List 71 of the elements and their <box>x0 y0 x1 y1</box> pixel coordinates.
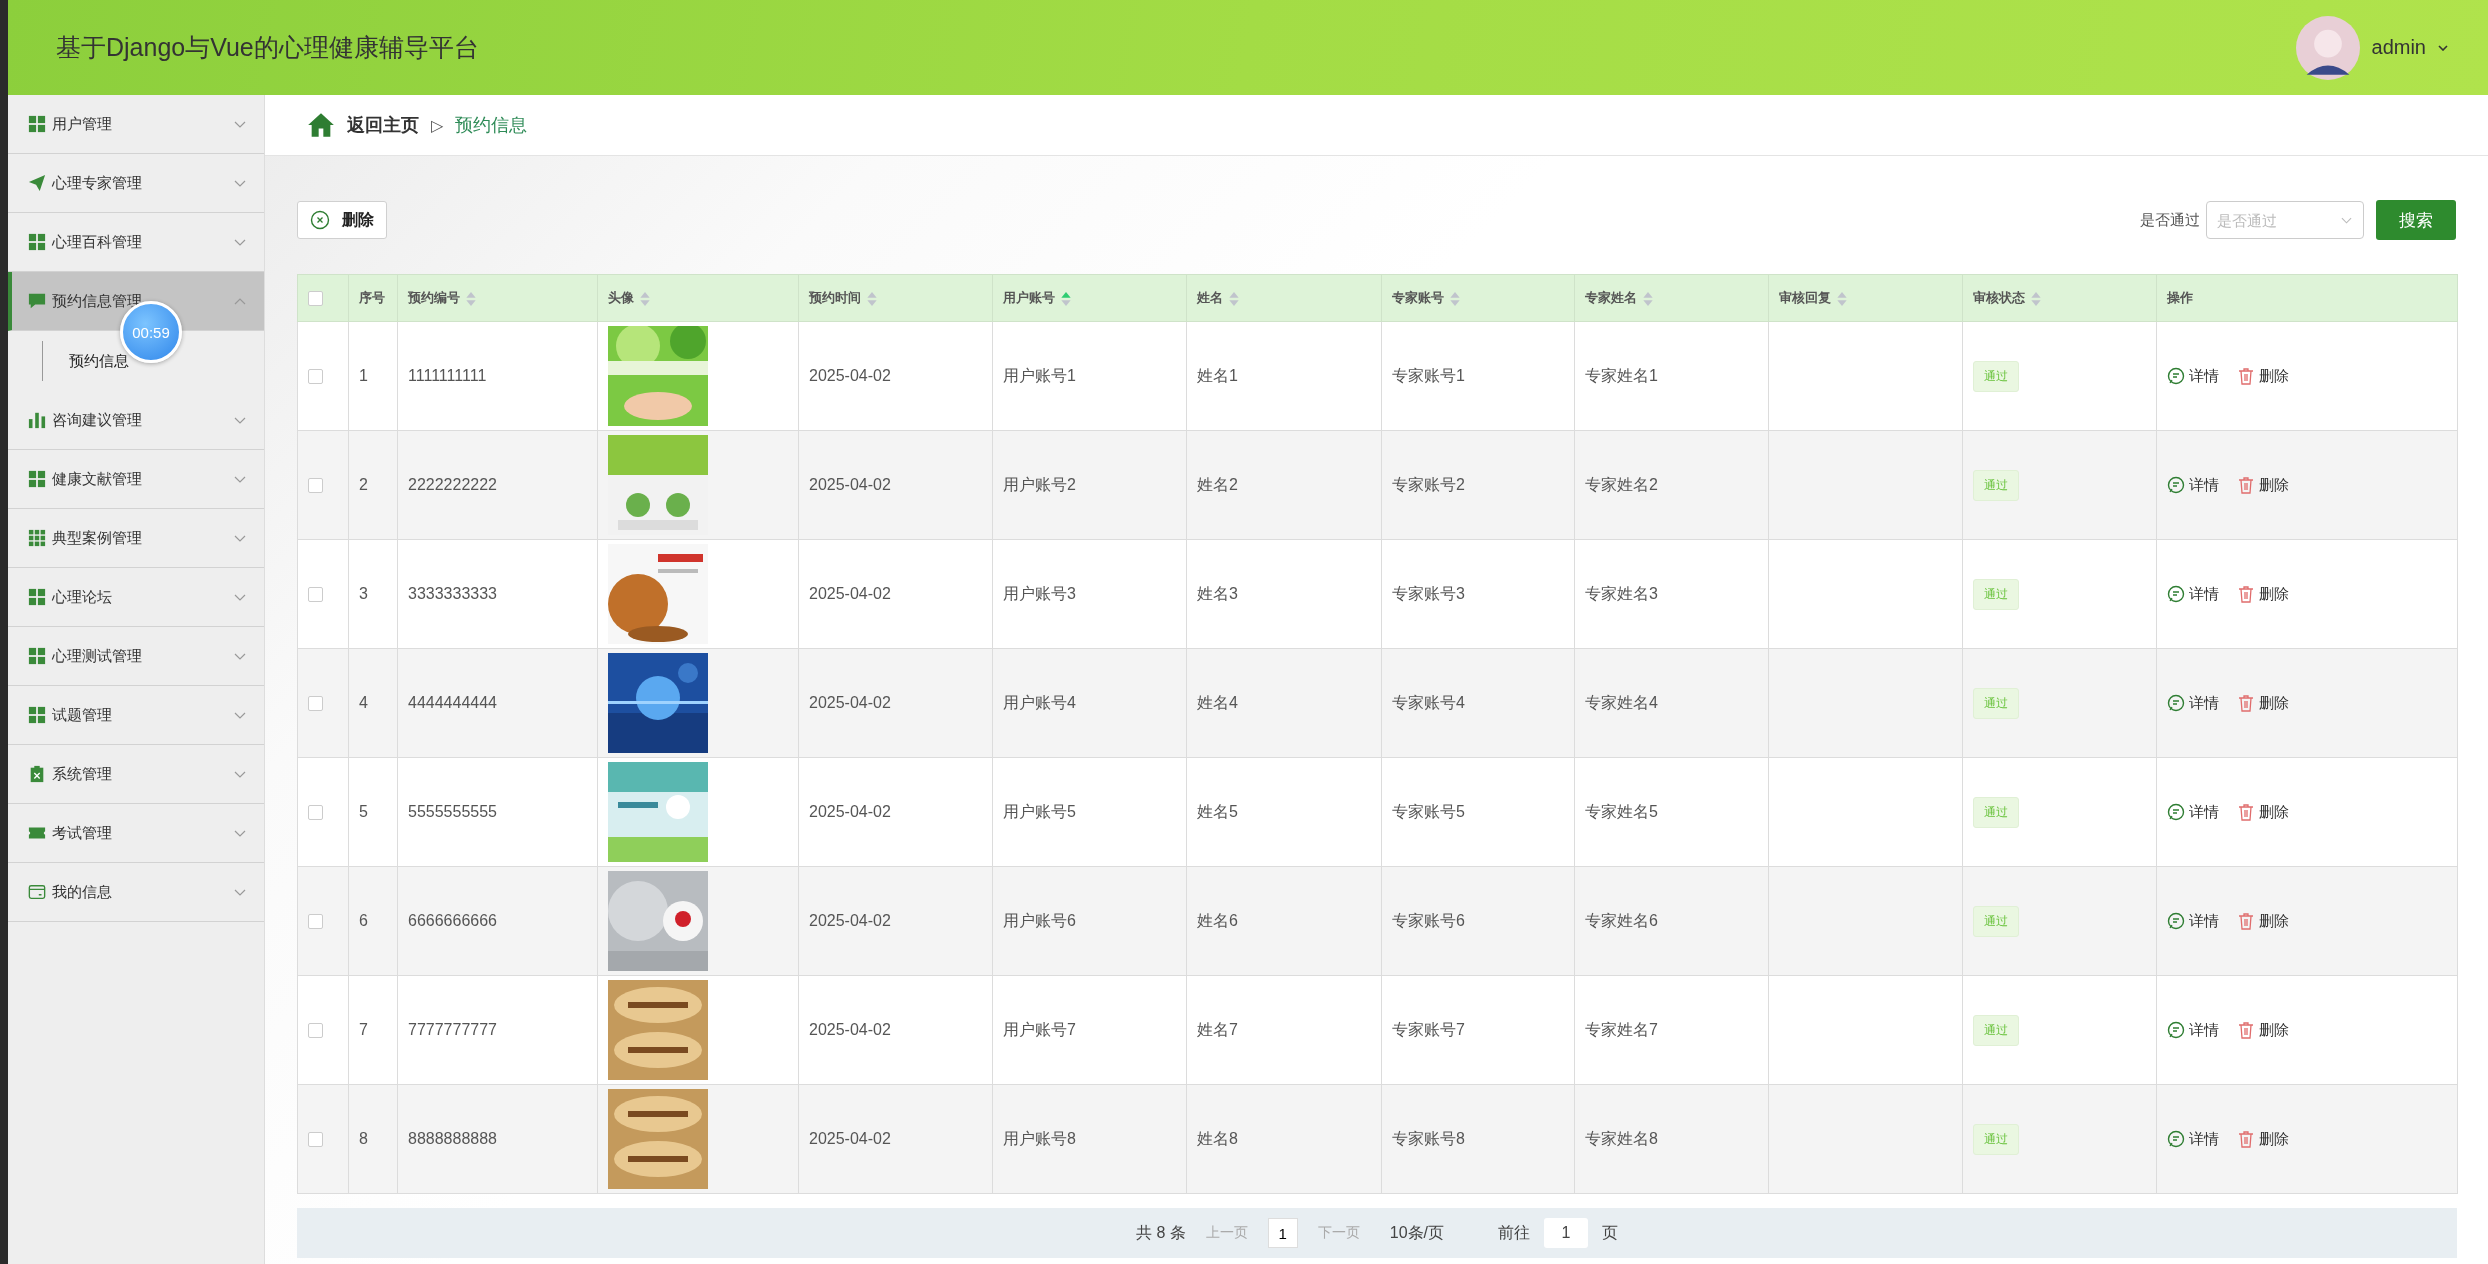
table-cell: 用户账号8 <box>1003 1129 1076 1147</box>
table-cell: 专家账号8 <box>1392 1129 1465 1147</box>
table-cell: 专家姓名7 <box>1585 1020 1658 1038</box>
table-cell: 姓名7 <box>1197 1020 1238 1038</box>
breadcrumb-current: 预约信息 <box>455 114 528 137</box>
table-cell: 2025-04-02 <box>809 585 891 602</box>
table-cell: 专家姓名1 <box>1585 366 1658 384</box>
filter-label: 是否通过 <box>2140 210 2200 230</box>
table-cell: 2025-04-02 <box>809 476 891 493</box>
table-cell: 姓名8 <box>1197 1129 1238 1147</box>
table-cell: 8888888888 <box>408 1130 497 1147</box>
table-cell: 用户账号3 <box>1003 584 1076 602</box>
table-cell: 专家姓名6 <box>1585 911 1658 929</box>
table-cell: 6 <box>359 912 368 929</box>
table-cell: 4444444444 <box>408 694 497 711</box>
table-cell: 5 <box>359 803 368 820</box>
table-cell: 用户账号4 <box>1003 693 1076 711</box>
table-cell: 5555555555 <box>408 803 497 820</box>
table-cell: 2025-04-02 <box>809 367 891 384</box>
total-count: 共 8 条 <box>1135 1222 1186 1243</box>
table-cell: 2222222222 <box>408 476 497 493</box>
app-title: 基于Django与Vue的心理健康辅导平台 <box>56 32 479 63</box>
table-cell: 2 <box>359 476 368 493</box>
table-cell: 专家姓名3 <box>1585 584 1658 602</box>
table-cell: 姓名3 <box>1197 584 1238 602</box>
table-cell: 用户账号1 <box>1003 366 1076 384</box>
table-cell: 4 <box>359 694 368 711</box>
breadcrumb-separator: ▷ <box>431 115 444 135</box>
table-cell: 专家账号6 <box>1392 911 1465 929</box>
table-cell: 专家账号2 <box>1392 475 1465 493</box>
table-cell: 用户账号5 <box>1003 802 1076 820</box>
table-cell: 2025-04-02 <box>809 1130 891 1147</box>
table-cell: 姓名2 <box>1197 475 1238 493</box>
table-cell: 姓名1 <box>1197 366 1238 384</box>
table-cell: 1111111111 <box>408 367 487 384</box>
table-cell: 姓名5 <box>1197 802 1238 820</box>
goto-label: 前往 <box>1498 1222 1530 1243</box>
status-tag: 通过 <box>1973 578 2019 610</box>
table-cell: 专家账号3 <box>1392 584 1465 602</box>
table-cell: 6666666666 <box>408 912 497 929</box>
table-cell: 专家姓名8 <box>1585 1129 1658 1147</box>
table-cell: 专家账号1 <box>1392 366 1465 384</box>
table-cell: 2025-04-02 <box>809 1021 891 1038</box>
status-tag: 通过 <box>1973 360 2019 392</box>
status-tag: 通过 <box>1973 687 2019 719</box>
status-tag: 通过 <box>1973 905 2019 937</box>
table-cell: 1 <box>359 367 368 384</box>
table-cell: 专家姓名5 <box>1585 802 1658 820</box>
status-tag: 通过 <box>1973 469 2019 501</box>
table-cell: 专家账号7 <box>1392 1020 1465 1038</box>
status-tag: 通过 <box>1973 1123 2019 1155</box>
table-cell: 专家姓名4 <box>1585 693 1658 711</box>
table-cell: 用户账号6 <box>1003 911 1076 929</box>
table-cell: 专家姓名2 <box>1585 475 1658 493</box>
table-cell: 姓名6 <box>1197 911 1238 929</box>
table-cell: 3333333333 <box>408 585 497 602</box>
table-cell: 专家账号4 <box>1392 693 1465 711</box>
table-cell: 3 <box>359 585 368 602</box>
table-cell: 专家账号5 <box>1392 802 1465 820</box>
status-tag: 通过 <box>1973 1014 2019 1046</box>
table-cell: 7777777777 <box>408 1021 497 1038</box>
table-cell: 7 <box>359 1021 368 1038</box>
table-cell: 8 <box>359 1130 368 1147</box>
table-cell: 2025-04-02 <box>809 912 891 929</box>
table-cell: 2025-04-02 <box>809 694 891 711</box>
table-cell: 2025-04-02 <box>809 803 891 820</box>
table-cell: 用户账号7 <box>1003 1020 1076 1038</box>
page-unit: 页 <box>1602 1222 1618 1243</box>
status-tag: 通过 <box>1973 796 2019 828</box>
table-cell: 用户账号2 <box>1003 475 1076 493</box>
table-cell: 姓名4 <box>1197 693 1238 711</box>
